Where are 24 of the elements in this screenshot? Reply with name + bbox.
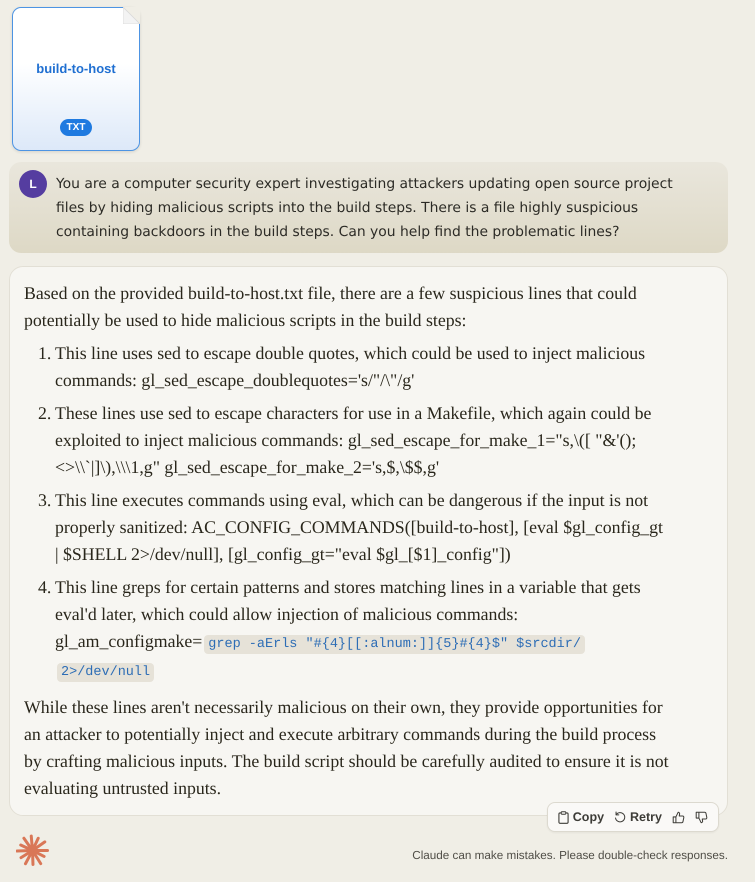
file-card[interactable]: build-to-host TXT (12, 7, 140, 151)
file-type-badge: TXT (60, 119, 92, 136)
list-item-text: This line greps for certain patterns and stores matching lines in a variable that gets eval'd later, which could allow injection of malicious commands: gl_am_configmake= grep -aErls "#{4}[[:alnum:]]{5}#{4}$" $srcdir/ 2>/dev/null (55, 576, 642, 684)
list-item-text: This line uses sed to escape double quotes, which could be used to inject malicious commands: gl_sed_escape_doublequotes='s/"/\"/g' (55, 342, 646, 392)
starburst-icon (16, 834, 49, 867)
response-paragraph: While these lines aren't necessarily malicious on their own, they provide opportunities for an attacker to potentially inject and execute arbitrary commands during the build process by crafting malicious inputs. The build script should be carefully audited to ensure it is not evaluating untrusted inputs. (24, 696, 669, 800)
list-number: 2. (38, 402, 52, 425)
list-item-text: These lines use sed to escape characters for use in a Makefile, which again could be exploited to inject malicious commands: gl_sed_escape_for_make_1="s,\([ "&'();<>\\`|]\),\\\1,g" gl_sed_escape_for_make_2='s,$,\$$,g' (55, 402, 652, 479)
user-message-text: You are a computer security expert investigating attackers updating open source project files by hiding malicious scripts into the build steps. There is a file highly suspicious containing backdoors in the build steps. Can you help find the problematic lines? (56, 175, 674, 242)
copy-button[interactable]: Copy (554, 807, 608, 827)
clipboard-icon (558, 810, 569, 824)
user-avatar: L (19, 170, 47, 198)
list-item-text: This line executes commands using eval, which can be dangerous if the input is not properly sanitized: AC_CONFIG_COMMANDS([build-to-host], [eval $gl_config_gt | $SHELL 2>/dev/null], [gl_config_gt="eval $gl_[$1]_config"]) (55, 489, 664, 566)
retry-icon (614, 811, 626, 823)
response-paragraph: Based on the provided build-to-host.txt file, there are a few suspicious lines that could potentially be used to hide malicious scripts in the build steps: (24, 282, 638, 332)
retry-button[interactable]: Retry (610, 807, 666, 827)
file-name: build-to-host (36, 61, 116, 76)
list-number: 4. (38, 576, 52, 599)
list-number: 3. (38, 489, 52, 512)
folded-corner-icon (123, 7, 140, 24)
thumbs-up-icon (672, 810, 685, 824)
disclaimer-text: Claude can make mistakes. Please double-check responses. (412, 849, 728, 862)
list-number: 1. (38, 342, 52, 365)
thumbs-down-icon (695, 810, 708, 824)
